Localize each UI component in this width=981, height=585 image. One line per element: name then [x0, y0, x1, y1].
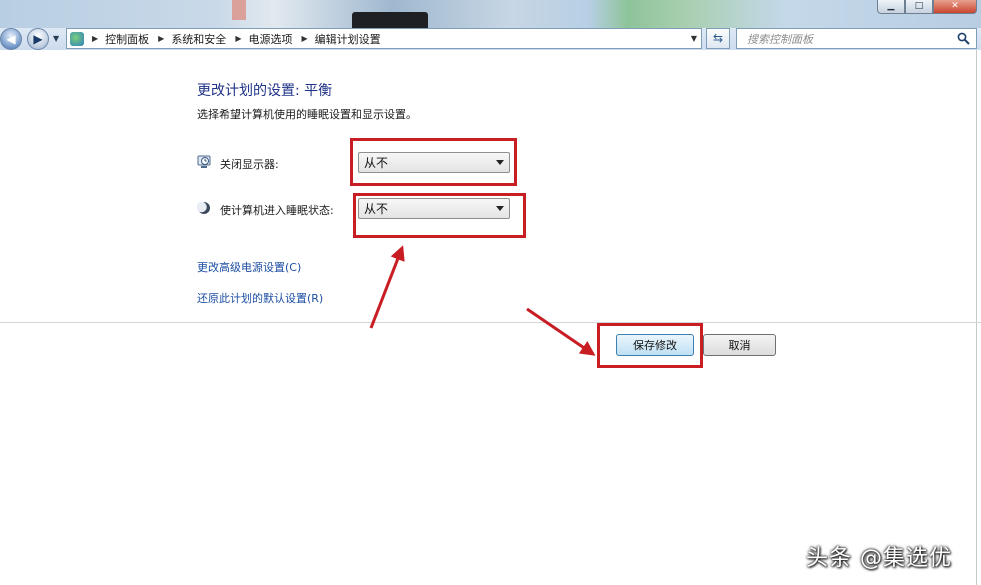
arrow-icon — [369, 245, 405, 329]
annotation-arrows — [369, 245, 596, 356]
arrow-icon — [526, 307, 596, 356]
watermark: 头条 @集选优 — [806, 546, 952, 571]
